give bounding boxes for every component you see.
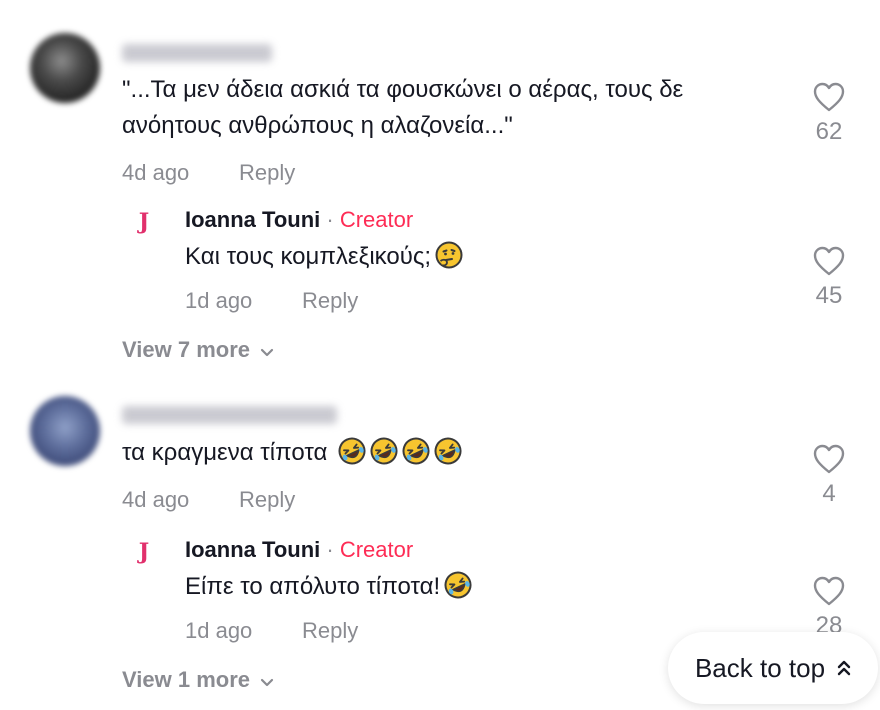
heart-icon <box>813 444 845 474</box>
rofl-icon <box>402 437 430 465</box>
view-more-label: View 7 more <box>122 337 250 362</box>
reply-author[interactable]: Ioanna Touni <box>185 207 320 232</box>
heart-icon <box>813 576 845 606</box>
chevron-down-icon <box>260 338 274 364</box>
view-more-label: View 1 more <box>122 667 250 692</box>
comment-time: 4d ago <box>122 160 190 185</box>
reply-author-line: Ioanna Touni · Creator <box>185 207 413 233</box>
reply-button[interactable]: Reply <box>302 618 358 644</box>
like-button[interactable]: 28 <box>806 576 852 640</box>
reply-time: 1d ago <box>185 288 253 313</box>
reply-author[interactable]: Ioanna Touni <box>185 537 320 562</box>
username-blurred[interactable] <box>122 406 337 424</box>
avatar[interactable] <box>30 33 100 103</box>
comment-text-line: "...Τα μεν άδεια ασκιά τα φουσκώνει ο αέ… <box>122 76 684 103</box>
view-more-replies-button[interactable]: View 7 more <box>122 337 274 364</box>
like-button[interactable]: 45 <box>806 246 852 310</box>
thinking-face-icon <box>435 241 463 269</box>
comment-text-line: ανόητους ανθρώπους η αλαζονεία..." <box>122 112 513 139</box>
back-to-top-button[interactable]: Back to top <box>668 632 878 704</box>
reply-text: Και τους κομπλεξικούς; <box>185 243 432 270</box>
username-blurred[interactable] <box>122 44 272 62</box>
comment-text: τα κραγμενα τίποτα <box>122 439 328 466</box>
creator-avatar[interactable]: J <box>132 207 156 237</box>
creator-badge: Creator <box>339 207 414 232</box>
reply-author-line: Ioanna Touni · Creator <box>185 537 413 563</box>
reply-button[interactable]: Reply <box>302 288 358 314</box>
like-count: 4 <box>822 480 836 507</box>
double-chevron-up-icon <box>837 653 851 684</box>
like-button[interactable]: 4 <box>806 444 852 508</box>
creator-badge: Creator <box>339 537 414 562</box>
creator-avatar[interactable]: J <box>132 537 156 567</box>
like-button[interactable]: 62 <box>806 82 852 146</box>
back-to-top-label: Back to top <box>694 652 826 683</box>
rofl-icon <box>434 437 462 465</box>
heart-icon <box>813 246 845 276</box>
separator: · <box>326 537 334 562</box>
avatar[interactable] <box>30 396 100 466</box>
rofl-icon <box>338 437 366 465</box>
reply-text-line: Και τους κομπλεξικούς; <box>185 240 463 274</box>
reply-time: 1d ago <box>185 618 253 643</box>
rofl-icon <box>370 437 398 465</box>
chevron-down-icon <box>260 668 274 694</box>
reply-button[interactable]: Reply <box>239 487 295 513</box>
separator: · <box>326 207 334 232</box>
rofl-icon <box>444 571 472 599</box>
comment-time: 4d ago <box>122 487 190 512</box>
reply-text: Είπε το απόλυτο τίποτα! <box>185 573 441 600</box>
heart-icon <box>813 82 845 112</box>
reply-button[interactable]: Reply <box>239 160 295 186</box>
like-count: 45 <box>815 282 843 309</box>
comment-text-line: τα κραγμενα τίποτα <box>122 436 462 470</box>
like-count: 62 <box>815 118 843 145</box>
view-more-replies-button[interactable]: View 1 more <box>122 667 274 694</box>
reply-text-line: Είπε το απόλυτο τίποτα! <box>185 570 472 604</box>
